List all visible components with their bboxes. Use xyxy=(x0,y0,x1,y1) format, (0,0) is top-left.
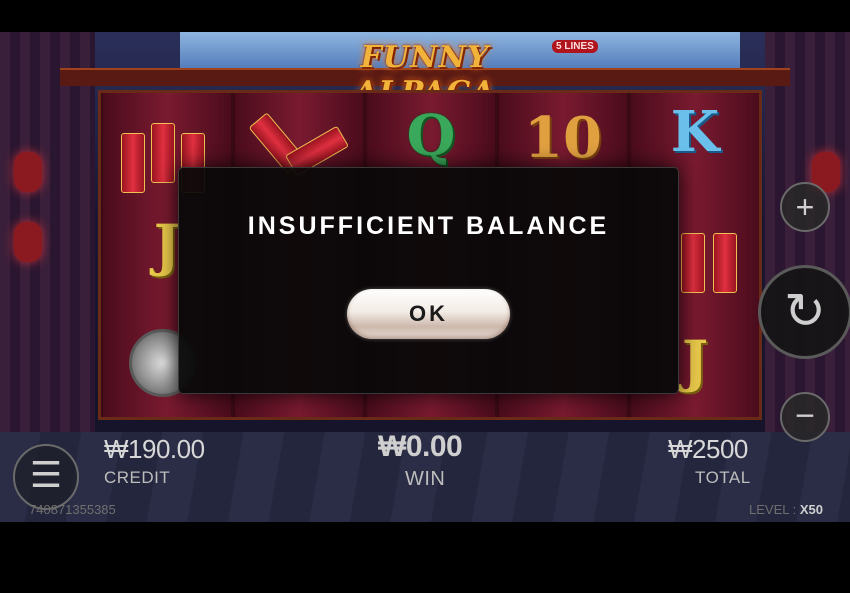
decrease-bet-button[interactable]: − xyxy=(780,392,830,442)
game-logo: FUNNY ALPACA xyxy=(354,40,494,110)
symbol-q: Q xyxy=(406,103,456,169)
symbol-k: K xyxy=(670,99,720,165)
credit-value: ₩190.00 xyxy=(104,434,205,464)
firecracker-symbol xyxy=(151,123,175,183)
right-building xyxy=(765,32,850,432)
firecracker-symbol xyxy=(121,133,145,193)
symbol-10: 10 xyxy=(524,105,602,171)
lines-badge: 5 LINES xyxy=(552,40,598,53)
session-id: 740871355385 xyxy=(29,502,116,517)
total-value: ₩2500 xyxy=(668,434,748,464)
insufficient-balance-dialog: INSUFFICIENT BALANCE OK xyxy=(178,167,679,394)
spin-button[interactable]: ↻ xyxy=(758,265,850,359)
win-value: ₩0.00 xyxy=(378,430,463,463)
level-label: LEVEL : xyxy=(749,502,800,517)
lantern-decoration xyxy=(14,152,42,192)
level-indicator: LEVEL : X50 xyxy=(749,502,823,517)
total-label: TOTAL xyxy=(695,468,751,487)
win-label: WIN xyxy=(405,468,446,490)
menu-button[interactable]: ☰ xyxy=(13,444,79,510)
firecracker-symbol xyxy=(713,233,737,293)
firecracker-symbol xyxy=(681,233,705,293)
ok-button[interactable]: OK xyxy=(347,289,510,339)
credit-label: CREDIT xyxy=(104,468,171,487)
increase-bet-button[interactable]: + xyxy=(780,182,830,232)
lantern-decoration xyxy=(14,222,42,262)
dialog-message: INSUFFICIENT BALANCE xyxy=(247,212,610,240)
level-value: X50 xyxy=(799,502,823,517)
